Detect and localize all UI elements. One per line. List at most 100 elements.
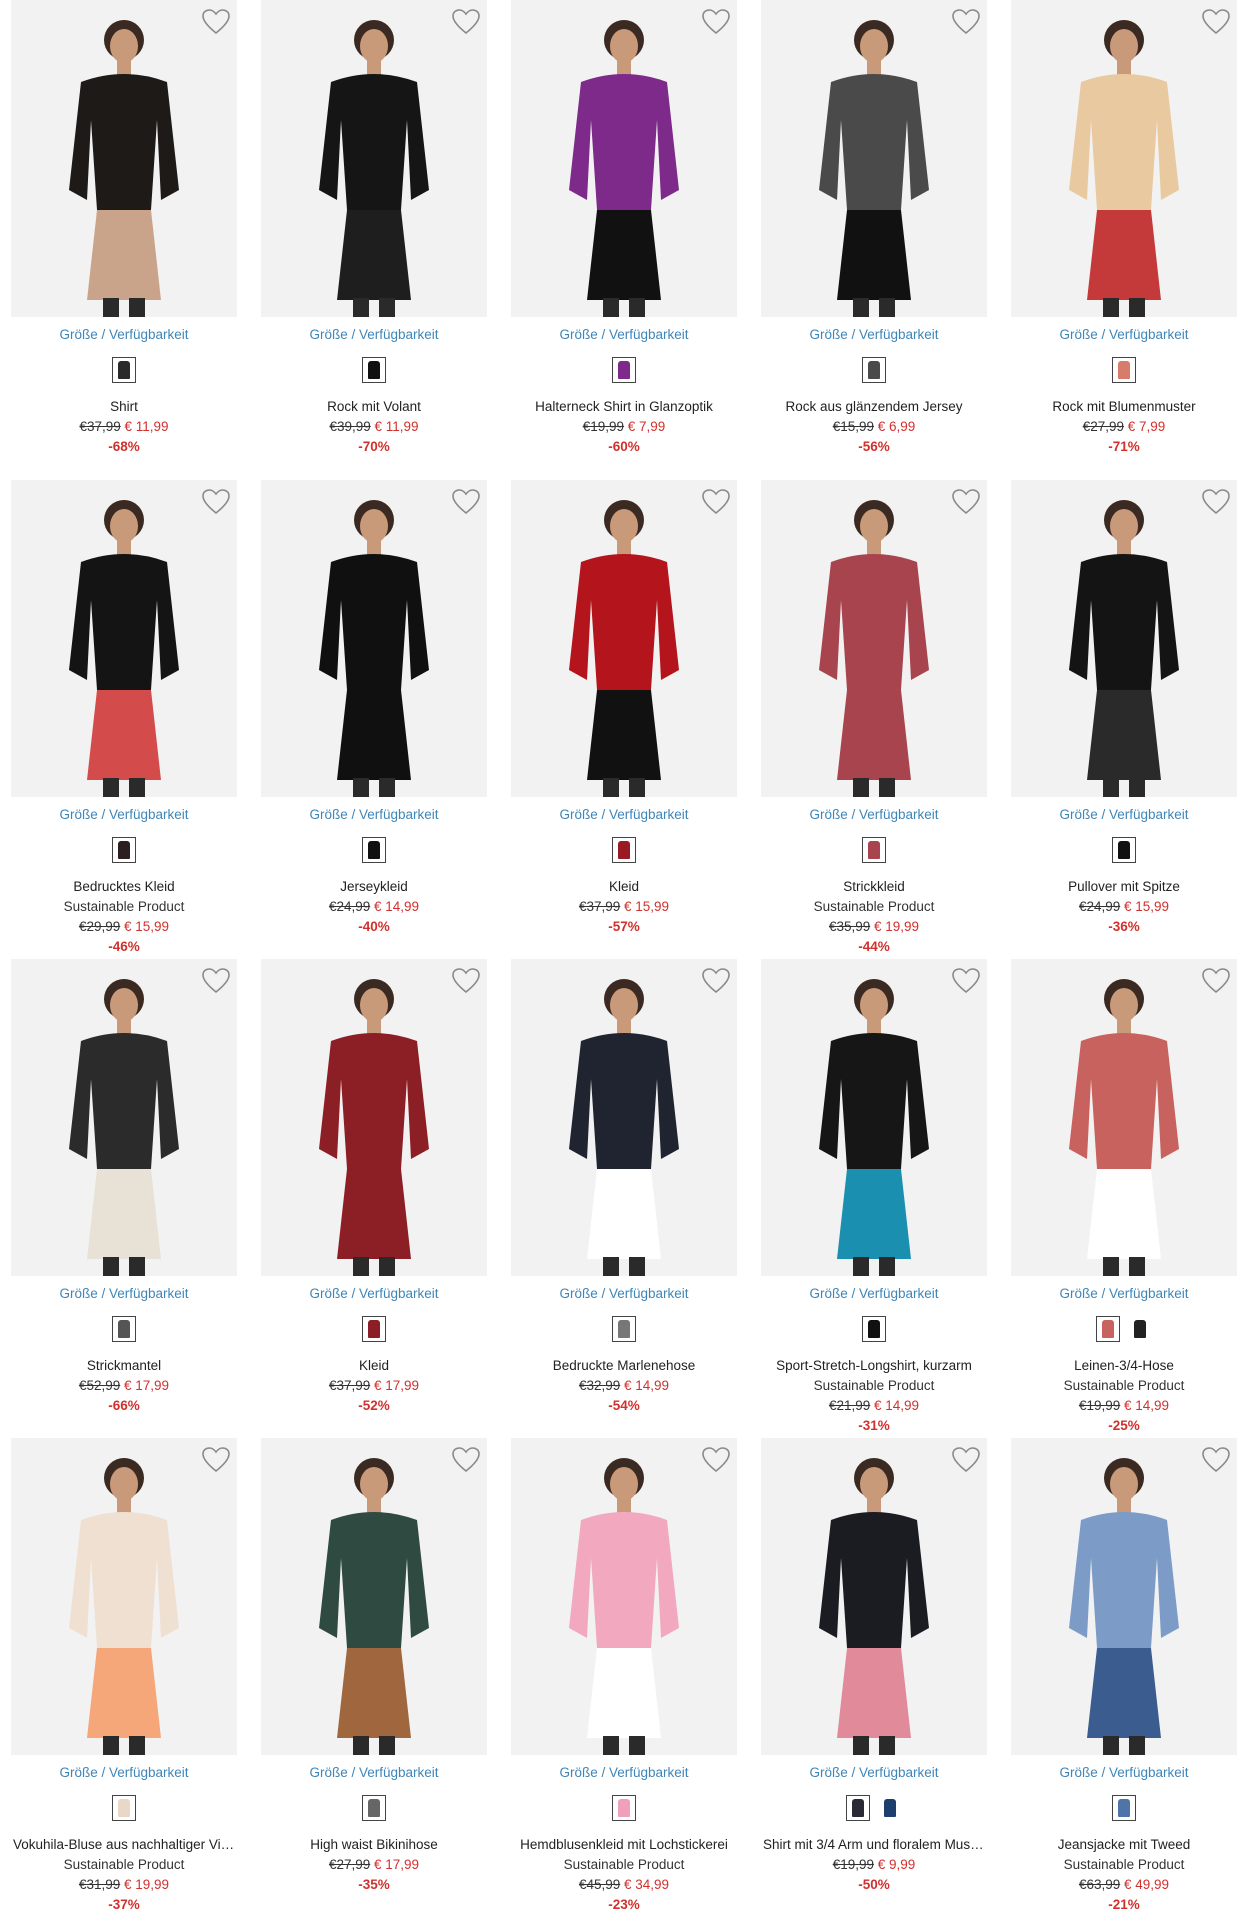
- product-card[interactable]: Größe / Verfügbarkeit Strickkleid Sustaina…: [761, 480, 987, 954]
- product-name[interactable]: Bedrucktes Kleid: [11, 877, 237, 897]
- product-card[interactable]: Größe / Verfügbarkeit Rock mit Volant €39,…: [261, 0, 487, 472]
- color-swatch[interactable]: [862, 837, 886, 863]
- product-name[interactable]: Shirt mit 3/4 Arm und floralem Muster: [761, 1835, 987, 1855]
- product-image[interactable]: [11, 959, 237, 1276]
- product-name[interactable]: Kleid: [511, 877, 737, 897]
- color-swatch[interactable]: [1128, 1316, 1152, 1342]
- product-image[interactable]: [511, 480, 737, 797]
- product-card[interactable]: Größe / Verfügbarkeit Jeansjacke mit Twee…: [1011, 1438, 1237, 1912]
- product-card[interactable]: Größe / Verfügbarkeit Leinen-3/4-Hose Sust…: [1011, 959, 1237, 1433]
- product-image[interactable]: [511, 1438, 737, 1755]
- product-name[interactable]: Pullover mit Spitze: [1011, 877, 1237, 897]
- wishlist-heart-icon[interactable]: [451, 1446, 481, 1474]
- color-swatch[interactable]: [1096, 1316, 1120, 1342]
- size-availability-link[interactable]: Größe / Verfügbarkeit: [261, 1286, 487, 1301]
- size-availability-link[interactable]: Größe / Verfügbarkeit: [11, 327, 237, 342]
- product-name[interactable]: Hemdblusenkleid mit Lochstickerei: [511, 1835, 737, 1855]
- wishlist-heart-icon[interactable]: [201, 488, 231, 516]
- color-swatch[interactable]: [862, 357, 886, 383]
- product-image[interactable]: [511, 959, 737, 1276]
- size-availability-link[interactable]: Größe / Verfügbarkeit: [761, 807, 987, 822]
- color-swatch[interactable]: [612, 1795, 636, 1821]
- wishlist-heart-icon[interactable]: [1201, 8, 1231, 36]
- size-availability-link[interactable]: Größe / Verfügbarkeit: [1011, 1765, 1237, 1780]
- product-card[interactable]: Größe / Verfügbarkeit Hemdblusenkleid mit…: [511, 1438, 737, 1912]
- size-availability-link[interactable]: Größe / Verfügbarkeit: [1011, 1286, 1237, 1301]
- product-image[interactable]: [761, 1438, 987, 1755]
- size-availability-link[interactable]: Größe / Verfügbarkeit: [261, 1765, 487, 1780]
- wishlist-heart-icon[interactable]: [951, 1446, 981, 1474]
- size-availability-link[interactable]: Größe / Verfügbarkeit: [761, 1765, 987, 1780]
- product-card[interactable]: Größe / Verfügbarkeit Shirt €37,99 € 11,99…: [11, 0, 237, 472]
- color-swatch[interactable]: [112, 837, 136, 863]
- wishlist-heart-icon[interactable]: [701, 488, 731, 516]
- size-availability-link[interactable]: Größe / Verfügbarkeit: [11, 1765, 237, 1780]
- size-availability-link[interactable]: Größe / Verfügbarkeit: [761, 327, 987, 342]
- product-name[interactable]: Sport-Stretch-Longshirt, kurzarm: [761, 1356, 987, 1376]
- wishlist-heart-icon[interactable]: [451, 8, 481, 36]
- size-availability-link[interactable]: Größe / Verfügbarkeit: [11, 807, 237, 822]
- color-swatch[interactable]: [846, 1795, 870, 1821]
- product-image[interactable]: [761, 480, 987, 797]
- wishlist-heart-icon[interactable]: [701, 8, 731, 36]
- product-card[interactable]: Größe / Verfügbarkeit Rock aus glänzendem…: [761, 0, 987, 472]
- product-name[interactable]: High waist Bikinihose: [261, 1835, 487, 1855]
- wishlist-heart-icon[interactable]: [451, 488, 481, 516]
- size-availability-link[interactable]: Größe / Verfügbarkeit: [511, 1765, 737, 1780]
- color-swatch[interactable]: [1112, 357, 1136, 383]
- size-availability-link[interactable]: Größe / Verfügbarkeit: [261, 327, 487, 342]
- product-image[interactable]: [1011, 480, 1237, 797]
- product-name[interactable]: Rock aus glänzendem Jersey: [761, 397, 987, 417]
- product-card[interactable]: Größe / Verfügbarkeit Shirt mit 3/4 Arm u…: [761, 1438, 987, 1910]
- color-swatch[interactable]: [612, 837, 636, 863]
- color-swatch[interactable]: [862, 1316, 886, 1342]
- product-card[interactable]: Größe / Verfügbarkeit Kleid €37,99 € 15,99…: [511, 480, 737, 952]
- color-swatch[interactable]: [112, 357, 136, 383]
- product-image[interactable]: [1011, 0, 1237, 317]
- wishlist-heart-icon[interactable]: [1201, 967, 1231, 995]
- wishlist-heart-icon[interactable]: [951, 967, 981, 995]
- color-swatch[interactable]: [362, 1316, 386, 1342]
- wishlist-heart-icon[interactable]: [1201, 1446, 1231, 1474]
- product-card[interactable]: Größe / Verfügbarkeit Vokuhila-Bluse aus …: [11, 1438, 237, 1912]
- product-name[interactable]: Bedruckte Marlenehose: [511, 1356, 737, 1376]
- product-name[interactable]: Strickmantel: [11, 1356, 237, 1376]
- color-swatch[interactable]: [1112, 1795, 1136, 1821]
- size-availability-link[interactable]: Größe / Verfügbarkeit: [1011, 807, 1237, 822]
- product-card[interactable]: Größe / Verfügbarkeit Kleid €37,99 € 17,99…: [261, 959, 487, 1431]
- product-name[interactable]: Vokuhila-Bluse aus nachhaltiger Viskose: [11, 1835, 237, 1855]
- product-card[interactable]: Größe / Verfügbarkeit High waist Bikiniho…: [261, 1438, 487, 1910]
- product-name[interactable]: Kleid: [261, 1356, 487, 1376]
- product-card[interactable]: Größe / Verfügbarkeit Sport-Stretch-Longs…: [761, 959, 987, 1433]
- product-image[interactable]: [11, 0, 237, 317]
- color-swatch[interactable]: [362, 1795, 386, 1821]
- product-image[interactable]: [11, 480, 237, 797]
- wishlist-heart-icon[interactable]: [701, 1446, 731, 1474]
- product-card[interactable]: Größe / Verfügbarkeit Bedruckte Marleneho…: [511, 959, 737, 1431]
- product-image[interactable]: [761, 0, 987, 317]
- wishlist-heart-icon[interactable]: [951, 8, 981, 36]
- color-swatch[interactable]: [1112, 837, 1136, 863]
- product-card[interactable]: Größe / Verfügbarkeit Jerseykleid €24,99 €…: [261, 480, 487, 952]
- product-image[interactable]: [511, 0, 737, 317]
- product-card[interactable]: Größe / Verfügbarkeit Halterneck Shirt in…: [511, 0, 737, 472]
- product-image[interactable]: [261, 1438, 487, 1755]
- size-availability-link[interactable]: Größe / Verfügbarkeit: [11, 1286, 237, 1301]
- color-swatch[interactable]: [362, 837, 386, 863]
- product-name[interactable]: Rock mit Volant: [261, 397, 487, 417]
- product-name[interactable]: Jeansjacke mit Tweed: [1011, 1835, 1237, 1855]
- product-name[interactable]: Leinen-3/4-Hose: [1011, 1356, 1237, 1376]
- color-swatch[interactable]: [878, 1795, 902, 1821]
- size-availability-link[interactable]: Größe / Verfügbarkeit: [511, 807, 737, 822]
- wishlist-heart-icon[interactable]: [951, 488, 981, 516]
- product-name[interactable]: Strickkleid: [761, 877, 987, 897]
- product-image[interactable]: [261, 480, 487, 797]
- wishlist-heart-icon[interactable]: [201, 967, 231, 995]
- product-name[interactable]: Shirt: [11, 397, 237, 417]
- product-image[interactable]: [1011, 1438, 1237, 1755]
- product-image[interactable]: [261, 959, 487, 1276]
- product-image[interactable]: [761, 959, 987, 1276]
- product-name[interactable]: Jerseykleid: [261, 877, 487, 897]
- product-card[interactable]: Größe / Verfügbarkeit Bedrucktes Kleid Sus…: [11, 480, 237, 954]
- wishlist-heart-icon[interactable]: [701, 967, 731, 995]
